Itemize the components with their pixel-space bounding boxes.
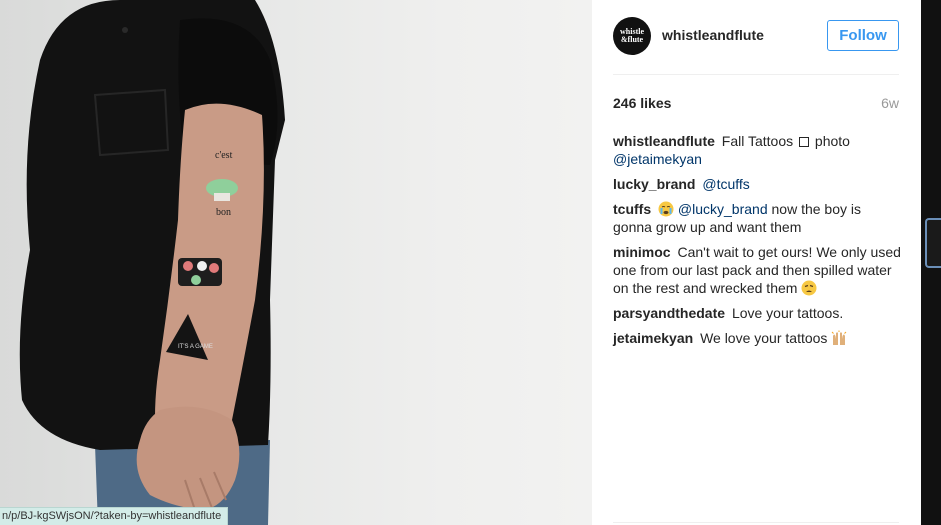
photo-illustration: c'est bon IT'S A GAME (19, 0, 285, 525)
username-link[interactable]: whistleandflute (662, 27, 764, 43)
weary-face-icon (801, 280, 817, 296)
mention-link[interactable]: @lucky_brand (678, 201, 768, 217)
comment-item: jetaimekyan We love your tattoos (613, 329, 901, 347)
footer-divider (613, 522, 899, 523)
header-divider (613, 74, 899, 75)
comment-author[interactable]: lucky_brand (613, 176, 695, 192)
box-glyph-icon (799, 137, 810, 147)
comment-author[interactable]: whistleandflute (613, 133, 715, 149)
tattoo-text-3: IT'S A GAME (178, 344, 213, 350)
comment-item: tcuffs @lucky_brand now the boy is gonna… (613, 200, 901, 236)
mention-link[interactable]: @tcuffs (702, 176, 749, 192)
comment-item: whistleandflute Fall Tattoos photo @jeta… (613, 132, 901, 168)
follow-button[interactable]: Follow (827, 20, 899, 51)
post-header: whistle &flute whistleandflute Follow (613, 15, 899, 57)
likes-count[interactable]: 246 likes (613, 95, 671, 111)
comment-item: lucky_brand @tcuffs (613, 175, 901, 193)
comment-list: whistleandflute Fall Tattoos photo @jeta… (613, 132, 901, 354)
comment-text: We love your tattoos (700, 330, 828, 346)
comment-author[interactable]: minimoc (613, 244, 671, 260)
comment-author[interactable]: jetaimekyan (613, 330, 693, 346)
avatar[interactable]: whistle &flute (613, 17, 651, 55)
comment-text: photo (814, 133, 850, 149)
comment-author[interactable]: tcuffs (613, 201, 651, 217)
raised-hands-icon (831, 330, 847, 345)
crying-face-icon (658, 201, 674, 217)
tattoo-text-2: bon (216, 207, 231, 218)
post-side-panel: whistle &flute whistleandflute Follow 24… (592, 0, 921, 525)
post-photo[interactable]: c'est bon IT'S A GAME n/p/BJ-kgSWjsON/?t… (0, 0, 592, 525)
status-bar-url: n/p/BJ-kgSWjsON/?taken-by=whistleandflut… (0, 507, 229, 525)
comment-item: parsyandthedate Love your tattoos. (613, 304, 901, 322)
tattoo-text-1: c'est (215, 150, 233, 161)
comment-text: Love your tattoos. (731, 305, 844, 321)
avatar-text-bottom: &flute (620, 35, 644, 44)
comment-text: Fall Tattoos (721, 133, 794, 149)
comment-author[interactable]: parsyandthedate (613, 305, 725, 321)
comment-item: minimoc Can't wait to get ours! We only … (613, 243, 901, 297)
scroll-handle[interactable] (925, 218, 941, 268)
mention-link[interactable]: @jetaimekyan (613, 151, 702, 167)
post-age[interactable]: 6w (881, 95, 899, 111)
